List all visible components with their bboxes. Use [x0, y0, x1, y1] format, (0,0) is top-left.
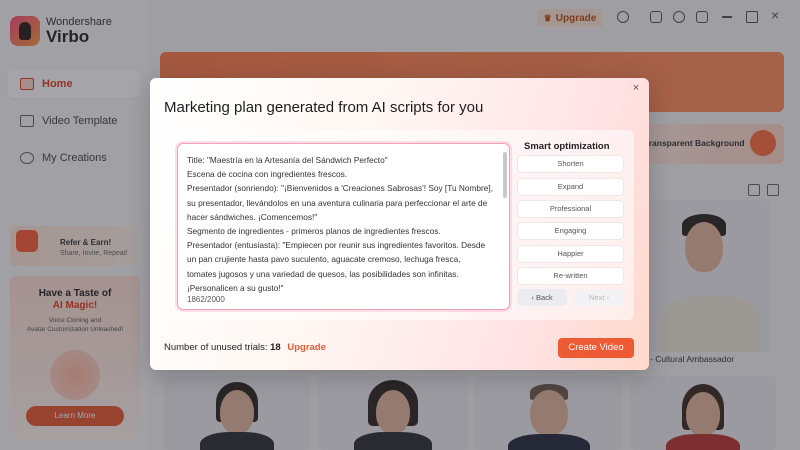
script-editor[interactable]: Title: "Maestría en la Artesanía del Sán…: [177, 143, 510, 310]
script-line: hacer sándwiches. ¡Comencemos!": [187, 211, 318, 222]
create-video-button[interactable]: Create Video: [558, 338, 634, 358]
ai-script-modal: Marketing plan generated from AI scripts…: [150, 78, 649, 370]
script-line: Presentador (sonriendo): "¡Bienvenidos a…: [187, 183, 494, 194]
script-line: Segmento de ingredientes - primeros plan…: [187, 226, 441, 237]
chevron-left-icon: ‹: [531, 293, 534, 302]
smart-optimization-title: Smart optimization: [524, 141, 610, 152]
script-line: ¡Personalicen a su gusto!": [187, 282, 284, 293]
script-line: un pan crujiente hasta pavo suculento, a…: [187, 254, 461, 265]
chevron-right-icon: ›: [606, 293, 610, 302]
trials-count: 18: [270, 342, 281, 353]
unused-trials: Number of unused trials: 18 Upgrade: [164, 342, 326, 353]
close-icon[interactable]: ×: [629, 81, 643, 95]
back-label: Back: [535, 293, 553, 302]
expand-button[interactable]: Expand: [517, 178, 624, 196]
next-label: Next: [588, 293, 605, 302]
professional-button[interactable]: Professional: [517, 200, 624, 218]
happier-button[interactable]: Happier: [517, 245, 624, 263]
script-line: su presentador, llevándolos en una avent…: [187, 197, 488, 208]
script-line: tomates jugosos y una variedad de quesos…: [187, 268, 459, 279]
scrollbar-thumb[interactable]: [503, 152, 507, 198]
script-line: Title: "Maestría en la Artesanía del Sán…: [187, 155, 388, 165]
script-line: Escena de cocina con ingredientes fresco…: [187, 169, 348, 180]
script-text[interactable]: Title: "Maestría en la Artesanía del Sán…: [187, 153, 505, 295]
shorten-button[interactable]: Shorten: [517, 155, 624, 173]
engaging-button[interactable]: Engaging: [517, 222, 624, 240]
script-line: Presentador (entusiasta): "Empiecen por …: [187, 240, 486, 251]
trials-label: Number of unused trials:: [164, 342, 268, 353]
rewritten-button[interactable]: Re-written: [517, 267, 624, 285]
character-counter: 1862/2000: [187, 295, 225, 304]
modal-title: Marketing plan generated from AI scripts…: [164, 99, 484, 116]
back-button[interactable]: ‹ Back: [517, 289, 567, 306]
trials-upgrade-link[interactable]: Upgrade: [287, 342, 326, 353]
next-button[interactable]: Next ›: [574, 289, 624, 306]
